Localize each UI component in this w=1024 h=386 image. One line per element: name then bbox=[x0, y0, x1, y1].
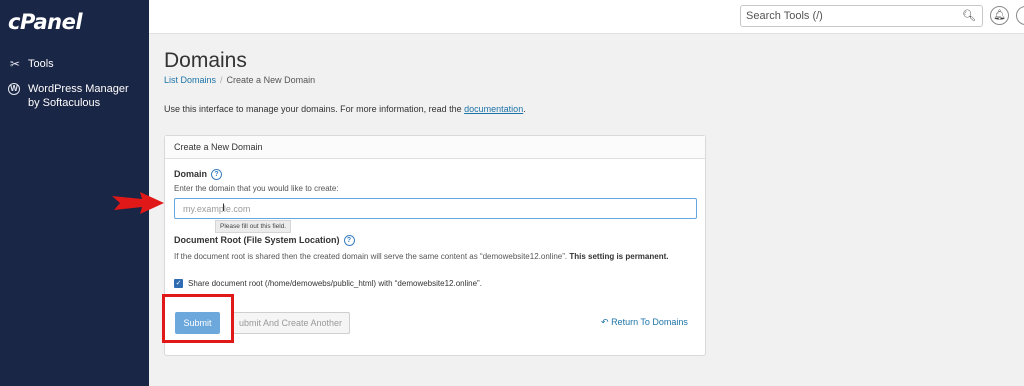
intro-text: Use this interface to manage your domain… bbox=[164, 104, 526, 114]
wordpress-icon: W bbox=[8, 83, 20, 95]
tools-icon: ✂ bbox=[9, 57, 21, 71]
domain-hint: Enter the domain that you would like to … bbox=[174, 184, 339, 193]
sidebar-item-wordpress-manager[interactable]: W WordPress Manager by Softaculous bbox=[8, 82, 129, 110]
share-docroot-option[interactable]: ✓ Share document root (/home/demowebs/pu… bbox=[174, 279, 482, 288]
sidebar-item-tools[interactable]: ✂ Tools bbox=[8, 57, 54, 71]
help-icon[interactable]: ? bbox=[343, 235, 355, 246]
search-tools[interactable]: 🔍︎ bbox=[740, 5, 983, 27]
breadcrumb-list-domains[interactable]: List Domains bbox=[164, 75, 216, 85]
return-arrow-icon: ↶ bbox=[601, 317, 609, 327]
document-root-label: Document Root (File System Location)? bbox=[174, 235, 355, 246]
text-cursor-icon: I bbox=[222, 202, 226, 214]
create-domain-panel: Create a New Domain Domain? Enter the do… bbox=[164, 135, 706, 356]
domain-input[interactable] bbox=[183, 202, 683, 215]
domain-label: Domain? bbox=[174, 169, 223, 180]
domain-field[interactable]: I bbox=[174, 198, 697, 219]
documentation-link[interactable]: documentation bbox=[464, 104, 523, 114]
breadcrumb-current: Create a New Domain bbox=[226, 75, 316, 85]
document-root-description: If the document root is shared then the … bbox=[174, 252, 669, 261]
breadcrumb: List Domains / Create a New Domain bbox=[164, 75, 315, 85]
share-docroot-label: Share document root (/home/demowebs/publ… bbox=[188, 279, 482, 288]
search-input[interactable] bbox=[746, 9, 961, 23]
help-icon[interactable]: ? bbox=[211, 169, 223, 180]
validation-tooltip: Please fill out this field. bbox=[215, 220, 292, 233]
search-icon[interactable]: 🔍︎ bbox=[962, 9, 976, 22]
submit-and-create-another-button[interactable]: ubmit And Create Another bbox=[231, 312, 350, 334]
cpanel-logo[interactable]: cPanel bbox=[8, 10, 83, 34]
page-title: Domains bbox=[164, 49, 247, 72]
sidebar-item-label: WordPress Manager by Softaculous bbox=[28, 83, 129, 109]
bell-icon[interactable]: 🔔︎ bbox=[990, 6, 1009, 25]
share-docroot-checkbox[interactable]: ✓ bbox=[174, 279, 183, 288]
breadcrumb-separator: / bbox=[220, 75, 223, 85]
red-arrow-icon bbox=[112, 192, 164, 214]
panel-heading: Create a New Domain bbox=[165, 136, 705, 159]
sidebar-item-label: Tools bbox=[28, 58, 54, 70]
highlight-box bbox=[162, 294, 234, 343]
return-to-domains-link[interactable]: ↶ Return To Domains bbox=[601, 317, 688, 328]
